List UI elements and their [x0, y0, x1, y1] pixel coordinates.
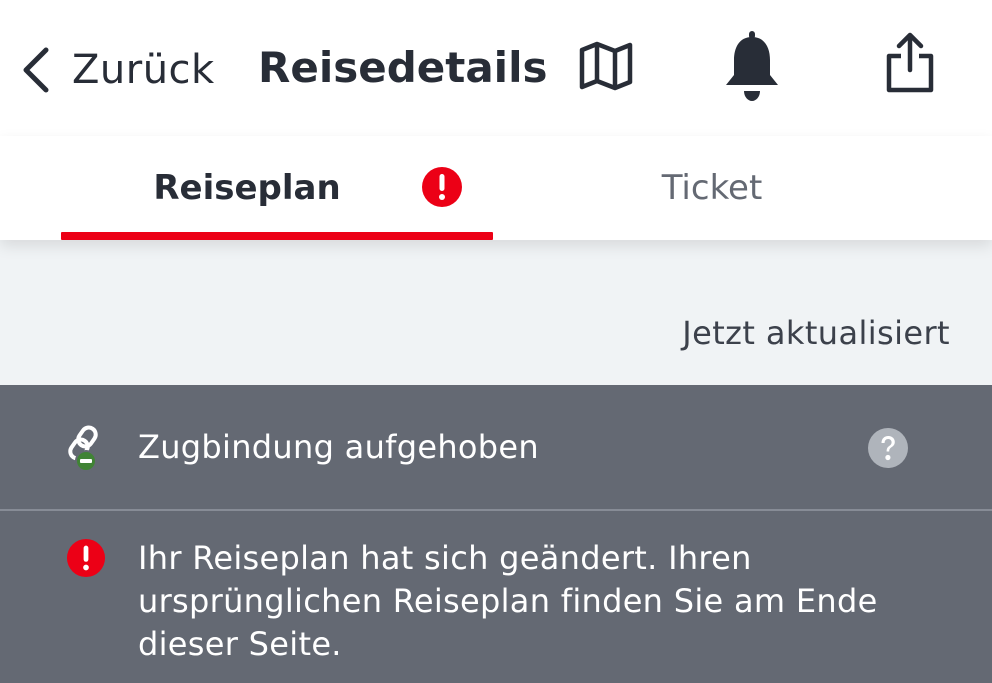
travel-details-screen: Zurück Reisedetails Reiseplan Ticket Jet… [0, 0, 992, 683]
map-button[interactable] [574, 38, 638, 98]
tab-reiseplan-label: Reiseplan [153, 168, 341, 208]
notice-zugbindung: Zugbindung aufgehoben [0, 385, 992, 511]
update-strip: Jetzt aktualisiert [0, 240, 992, 385]
chevron-left-icon [20, 46, 50, 94]
notice-plan-changed: Ihr Reiseplan hat sich geändert. Ihren u… [0, 511, 992, 683]
page-title: Reisedetails [258, 43, 548, 92]
tab-bar: Reiseplan Ticket [0, 136, 992, 240]
last-updated-text: Jetzt aktualisiert [682, 314, 950, 352]
back-button[interactable]: Zurück [20, 38, 215, 102]
notice-plan-changed-text: Ihr Reiseplan hat sich geändert. Ihren u… [138, 539, 878, 663]
share-icon [884, 32, 936, 98]
help-icon[interactable] [867, 427, 909, 469]
alert-icon [421, 166, 463, 208]
tab-reiseplan[interactable]: Reiseplan [61, 136, 493, 240]
bell-icon [722, 29, 782, 107]
active-tab-indicator [61, 232, 493, 240]
navigation-bar: Zurück Reisedetails [0, 0, 992, 136]
warning-icon [66, 538, 106, 578]
map-icon [578, 41, 634, 95]
share-button[interactable] [878, 32, 942, 98]
notice-zugbindung-text: Zugbindung aufgehoben [138, 428, 539, 466]
notice-panel: Zugbindung aufgehoben Ihr Reiseplan hat … [0, 385, 992, 683]
tab-ticket[interactable]: Ticket [496, 136, 928, 240]
notifications-button[interactable] [720, 30, 784, 106]
back-label: Zurück [72, 47, 215, 93]
link-icon [66, 425, 110, 473]
tab-ticket-label: Ticket [661, 168, 763, 208]
